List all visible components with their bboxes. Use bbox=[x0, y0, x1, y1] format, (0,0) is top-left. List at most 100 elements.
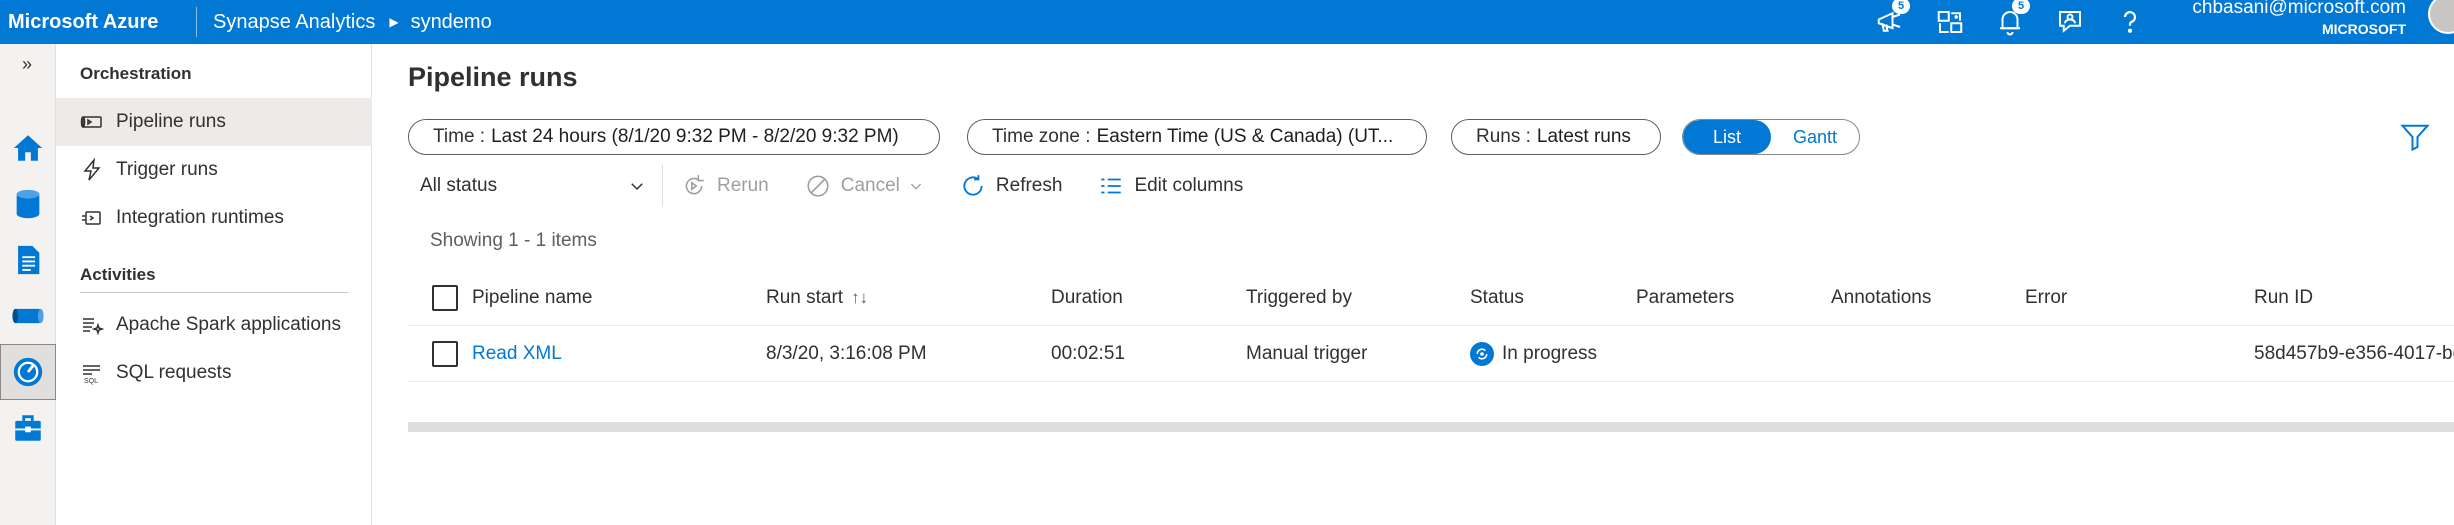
nav-apache-spark-applications[interactable]: Apache Spark applications bbox=[56, 301, 372, 349]
pipeline-runs-icon bbox=[80, 116, 102, 128]
main-content: Pipeline runs Time : Last 24 hours (8/1/… bbox=[372, 44, 2454, 525]
rerun-label: Rerun bbox=[717, 175, 769, 196]
table-row[interactable]: Read XML 8/3/20, 3:16:08 PM 00:02:51 Man… bbox=[408, 326, 2454, 382]
timezone-filter-key: Time zone : bbox=[992, 126, 1091, 147]
sql-requests-icon: SQL bbox=[83, 365, 100, 385]
time-filter-key: Time : bbox=[433, 126, 486, 147]
breadcrumb-service[interactable]: Synapse Analytics bbox=[213, 11, 375, 34]
expand-rail-icon[interactable]: » bbox=[22, 54, 32, 75]
cancel-label: Cancel bbox=[840, 175, 900, 196]
nav-sql-requests-label: SQL requests bbox=[116, 362, 232, 383]
nav-apache-spark-label: Apache Spark applications bbox=[116, 314, 341, 335]
data-icon[interactable] bbox=[0, 176, 56, 232]
integrate-icon[interactable] bbox=[0, 288, 56, 344]
rerun-button[interactable]: Rerun bbox=[681, 173, 769, 199]
top-icon-group: 5 5 bbox=[1860, 0, 2160, 44]
nav-pipeline-runs[interactable]: Pipeline runs bbox=[56, 98, 372, 146]
header-annotations[interactable]: Annotations bbox=[1831, 270, 1931, 326]
header-status[interactable]: Status bbox=[1470, 270, 1524, 326]
top-divider bbox=[196, 7, 197, 37]
manage-icon[interactable] bbox=[0, 400, 56, 456]
chevron-down-icon bbox=[631, 183, 643, 191]
monitor-icon[interactable] bbox=[0, 344, 56, 400]
filter-icon[interactable] bbox=[2400, 122, 2430, 152]
refresh-icon bbox=[963, 175, 983, 196]
items-count: Showing 1 - 1 items bbox=[430, 230, 597, 251]
notifications-icon[interactable]: 5 bbox=[1980, 0, 2040, 44]
status-cell: In progress bbox=[1470, 326, 1597, 382]
breadcrumb-chevron-icon: ▶ bbox=[389, 15, 399, 29]
row-checkbox[interactable] bbox=[432, 341, 458, 367]
breadcrumb-workspace[interactable]: syndemo bbox=[411, 11, 492, 34]
directory-icon[interactable] bbox=[1920, 0, 1980, 44]
edit-columns-button[interactable]: Edit columns bbox=[1098, 173, 1243, 199]
help-icon[interactable] bbox=[2100, 0, 2160, 44]
pipeline-name-link[interactable]: Read XML bbox=[472, 326, 562, 382]
develop-icon[interactable] bbox=[0, 232, 56, 288]
table-header-row: Pipeline name Run start ↑↓ Duration Trig… bbox=[408, 270, 2454, 326]
refresh-button[interactable]: Refresh bbox=[960, 173, 1063, 199]
integration-runtimes-icon bbox=[82, 211, 101, 225]
timezone-filter[interactable]: Time zone : Eastern Time (US & Canada) (… bbox=[967, 119, 1427, 155]
svg-text:SQL: SQL bbox=[84, 378, 98, 385]
header-pipeline-name[interactable]: Pipeline name bbox=[472, 270, 592, 326]
refresh-label: Refresh bbox=[995, 175, 1063, 196]
horizontal-scrollbar[interactable] bbox=[408, 422, 2454, 432]
rerun-icon bbox=[685, 175, 704, 195]
nav-integration-runtimes[interactable]: Integration runtimes bbox=[56, 194, 372, 242]
header-run-id[interactable]: Run ID bbox=[2254, 270, 2313, 326]
home-icon[interactable] bbox=[0, 120, 56, 176]
view-toggle: List Gantt bbox=[1682, 119, 1860, 155]
runs-filter[interactable]: Runs : Latest runs bbox=[1451, 119, 1661, 155]
run-id-value[interactable]: 58d457b9-e356-4017-bed9-6e bbox=[2254, 326, 2454, 382]
runs-filter-key: Runs : bbox=[1476, 126, 1531, 147]
in-progress-icon bbox=[1470, 342, 1494, 366]
time-filter[interactable]: Time : Last 24 hours (8/1/20 9:32 PM - 8… bbox=[408, 119, 940, 155]
activities-heading: Activities bbox=[80, 265, 156, 284]
support-icon[interactable] bbox=[2040, 0, 2100, 44]
header-duration[interactable]: Duration bbox=[1051, 270, 1123, 326]
header-run-start: Run start bbox=[766, 287, 844, 308]
status-value: In progress bbox=[1502, 343, 1598, 364]
time-filter-value: Last 24 hours (8/1/20 9:32 PM - 8/2/20 9… bbox=[491, 126, 899, 147]
feedback-icon[interactable]: 5 bbox=[1860, 0, 1920, 44]
cancel-button[interactable]: Cancel bbox=[805, 173, 924, 199]
header-triggered-by[interactable]: Triggered by bbox=[1246, 270, 1352, 326]
nav-integration-runtimes-label: Integration runtimes bbox=[116, 207, 284, 228]
run-start-value: 8/3/20, 3:16:08 PM bbox=[766, 343, 927, 364]
left-rail: » bbox=[0, 44, 56, 525]
page-title: Pipeline runs bbox=[408, 62, 578, 92]
avatar[interactable] bbox=[2428, 0, 2454, 34]
status-dropdown[interactable]: All status bbox=[408, 166, 656, 206]
select-all-checkbox-cell bbox=[432, 270, 458, 326]
status-dropdown-value: All status bbox=[420, 175, 498, 196]
runs-filter-value: Latest runs bbox=[1536, 126, 1631, 147]
brand-title[interactable]: Microsoft Azure bbox=[0, 11, 196, 34]
row-checkbox-cell bbox=[432, 326, 458, 382]
header-parameters[interactable]: Parameters bbox=[1636, 270, 1734, 326]
cancel-icon bbox=[807, 175, 829, 197]
cancel-chevron-icon bbox=[910, 183, 922, 190]
triggered-by-value: Manual trigger bbox=[1246, 343, 1368, 364]
timezone-filter-value: Eastern Time (US & Canada) (UT... bbox=[1096, 126, 1394, 147]
activities-divider bbox=[80, 292, 348, 293]
account-email: chbasani@microsoft.com bbox=[2192, 0, 2406, 18]
header-run-start-cell[interactable]: Run start ↑↓ bbox=[766, 270, 868, 326]
edit-columns-label: Edit columns bbox=[1134, 175, 1244, 196]
nav-trigger-runs-label: Trigger runs bbox=[116, 159, 218, 180]
account-menu[interactable]: chbasani@microsoft.com MICROSOFT bbox=[2192, 0, 2406, 36]
header-error[interactable]: Error bbox=[2025, 270, 2067, 326]
list-view-option[interactable]: List bbox=[1683, 120, 1771, 154]
select-all-checkbox[interactable] bbox=[432, 285, 458, 311]
command-separator bbox=[662, 165, 663, 207]
nav-trigger-runs[interactable]: Trigger runs bbox=[56, 146, 372, 194]
top-bar: Microsoft Azure Synapse Analytics ▶ synd… bbox=[0, 0, 2454, 44]
nav-sql-requests[interactable]: SQL SQL requests bbox=[56, 349, 372, 397]
gantt-view-option[interactable]: Gantt bbox=[1771, 120, 1859, 154]
spark-applications-icon bbox=[83, 318, 104, 336]
trigger-runs-icon bbox=[83, 158, 101, 181]
pipeline-runs-table: Pipeline name Run start ↑↓ Duration Trig… bbox=[408, 270, 2454, 382]
notifications-badge: 5 bbox=[2012, 0, 2030, 14]
sort-icon[interactable]: ↑↓ bbox=[851, 288, 868, 308]
account-org: MICROSOFT bbox=[2322, 21, 2406, 37]
